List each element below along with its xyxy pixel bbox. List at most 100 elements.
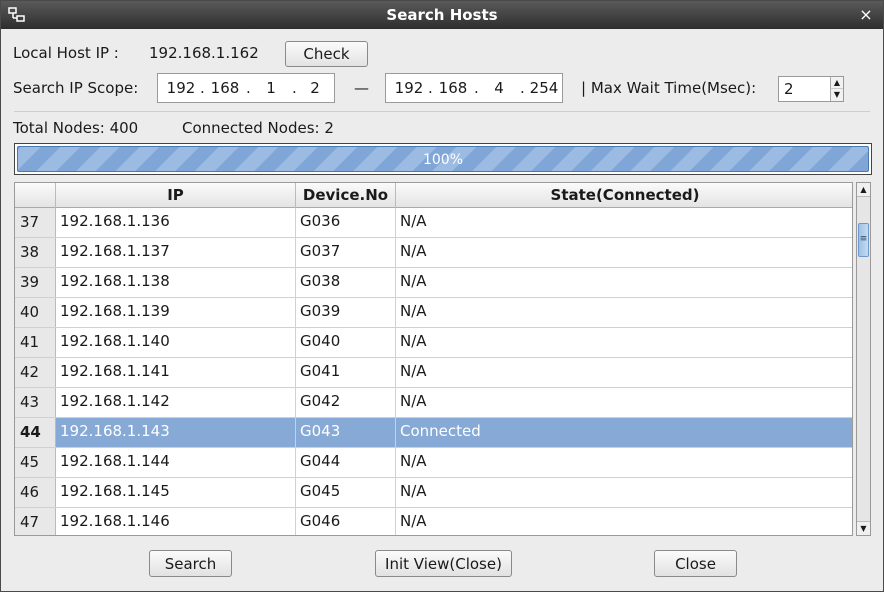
ip-cell[interactable]: 192.168.1.137 <box>56 238 296 267</box>
spinner-up-icon[interactable]: ▲ <box>830 77 843 89</box>
device-cell[interactable]: G041 <box>296 358 396 387</box>
ip-cell[interactable]: 192.168.1.139 <box>56 298 296 327</box>
window-title: Search Hosts <box>386 6 498 24</box>
state-cell[interactable]: N/A <box>396 388 852 417</box>
ip-from-octet-4[interactable]: 2 <box>298 79 332 97</box>
state-cell[interactable]: N/A <box>396 208 852 237</box>
ip-from-input[interactable]: 192 . 168 . 1 . 2 <box>157 73 335 103</box>
row-number[interactable]: 47 <box>15 508 56 535</box>
max-wait-value[interactable]: 2 <box>784 80 794 98</box>
ip-cell[interactable]: 192.168.1.138 <box>56 268 296 297</box>
local-host-ip-value: 192.168.1.162 <box>149 44 259 62</box>
row-number[interactable]: 41 <box>15 328 56 357</box>
scrollbar-thumb[interactable]: ≡ <box>858 223 869 257</box>
ip-to-octet-2[interactable]: 168 <box>434 79 472 97</box>
row-number[interactable]: 44 <box>15 418 56 447</box>
progress-text: 100% <box>422 152 464 168</box>
ip-from-octet-3[interactable]: 1 <box>252 79 290 97</box>
device-cell[interactable]: G043 <box>296 418 396 447</box>
row-number[interactable]: 45 <box>15 448 56 477</box>
device-cell[interactable]: G039 <box>296 298 396 327</box>
table-row[interactable]: 42 192.168.1.141 G041 N/A <box>15 358 852 388</box>
device-cell[interactable]: G044 <box>296 448 396 477</box>
divider <box>14 111 870 112</box>
table-row[interactable]: 38 192.168.1.137 G037 N/A <box>15 238 852 268</box>
row-number-header[interactable] <box>15 183 56 208</box>
ip-cell[interactable]: 192.168.1.141 <box>56 358 296 387</box>
range-dash: — <box>354 79 369 97</box>
ip-from-octet-2[interactable]: 168 <box>206 79 244 97</box>
ip-dot: . <box>200 79 205 97</box>
ip-cell[interactable]: 192.168.1.146 <box>56 508 296 535</box>
device-cell[interactable]: G042 <box>296 388 396 417</box>
row-number[interactable]: 39 <box>15 268 56 297</box>
ip-cell[interactable]: 192.168.1.136 <box>56 208 296 237</box>
state-cell[interactable]: N/A <box>396 328 852 357</box>
row-number[interactable]: 38 <box>15 238 56 267</box>
init-view-close-button[interactable]: Init View(Close) <box>375 550 512 577</box>
ip-dot: . <box>474 79 479 97</box>
ip-column-header[interactable]: IP <box>56 183 296 208</box>
device-cell[interactable]: G045 <box>296 478 396 507</box>
ip-cell[interactable]: 192.168.1.145 <box>56 478 296 507</box>
table-row[interactable]: 41 192.168.1.140 G040 N/A <box>15 328 852 358</box>
ip-to-octet-3[interactable]: 4 <box>480 79 518 97</box>
device-cell[interactable]: G038 <box>296 268 396 297</box>
state-cell[interactable]: N/A <box>396 238 852 267</box>
device-column-header[interactable]: Device.No <box>296 183 396 208</box>
table-header: IP Device.No State(Connected) <box>15 183 852 208</box>
state-column-header[interactable]: State(Connected) <box>396 183 852 208</box>
state-cell[interactable]: Connected <box>396 418 852 447</box>
table-row[interactable]: 47 192.168.1.146 G046 N/A <box>15 508 852 535</box>
device-cell[interactable]: G040 <box>296 328 396 357</box>
ip-from-octet-1[interactable]: 192 <box>162 79 200 97</box>
ip-cell[interactable]: 192.168.1.142 <box>56 388 296 417</box>
ip-dot: . <box>292 79 297 97</box>
row-number[interactable]: 40 <box>15 298 56 327</box>
table-vertical-scrollbar[interactable]: ▲ ≡ ▼ <box>856 182 871 536</box>
scroll-down-icon[interactable]: ▼ <box>857 521 870 535</box>
table-body: 37 192.168.1.136 G036 N/A 38 192.168.1.137 G03… <box>15 208 852 535</box>
close-button[interactable]: Close <box>654 550 737 577</box>
ip-cell[interactable]: 192.168.1.140 <box>56 328 296 357</box>
device-cell[interactable]: G037 <box>296 238 396 267</box>
connected-nodes-label: Connected Nodes: 2 <box>182 119 334 137</box>
state-cell[interactable]: N/A <box>396 358 852 387</box>
ip-to-octet-4[interactable]: 254 <box>526 79 562 97</box>
ip-cell[interactable]: 192.168.1.144 <box>56 448 296 477</box>
table-row[interactable]: 44 192.168.1.143 G043 Connected <box>15 418 852 448</box>
state-cell[interactable]: N/A <box>396 508 852 535</box>
state-cell[interactable]: N/A <box>396 268 852 297</box>
max-wait-label: | Max Wait Time(Msec): <box>581 79 757 97</box>
row-number[interactable]: 42 <box>15 358 56 387</box>
table-row[interactable]: 43 192.168.1.142 G042 N/A <box>15 388 852 418</box>
row-number[interactable]: 43 <box>15 388 56 417</box>
row-number[interactable]: 46 <box>15 478 56 507</box>
ip-to-octet-1[interactable]: 192 <box>390 79 428 97</box>
check-button[interactable]: Check <box>285 41 368 67</box>
table-row[interactable]: 39 192.168.1.138 G038 N/A <box>15 268 852 298</box>
search-progress-bar: 100% <box>14 143 872 175</box>
ip-dot: . <box>428 79 433 97</box>
max-wait-spinner[interactable]: 2 ▲ ▼ <box>778 76 844 102</box>
state-cell[interactable]: N/A <box>396 298 852 327</box>
title-bar[interactable]: Search Hosts × <box>1 1 883 29</box>
table-row[interactable]: 40 192.168.1.139 G039 N/A <box>15 298 852 328</box>
spinner-down-icon[interactable]: ▼ <box>830 89 843 101</box>
table-row[interactable]: 45 192.168.1.144 G044 N/A <box>15 448 852 478</box>
scroll-up-icon[interactable]: ▲ <box>857 183 870 197</box>
state-cell[interactable]: N/A <box>396 448 852 477</box>
device-cell[interactable]: G036 <box>296 208 396 237</box>
device-cell[interactable]: G046 <box>296 508 396 535</box>
ip-cell[interactable]: 192.168.1.143 <box>56 418 296 447</box>
state-cell[interactable]: N/A <box>396 478 852 507</box>
close-icon[interactable]: × <box>857 5 875 25</box>
hosts-table[interactable]: IP Device.No State(Connected) 37 192.168.… <box>14 182 853 536</box>
ip-to-input[interactable]: 192 . 168 . 4 . 254 <box>385 73 563 103</box>
total-nodes-label: Total Nodes: 400 <box>13 119 139 137</box>
search-button[interactable]: Search <box>149 550 232 577</box>
ip-dot: . <box>520 79 525 97</box>
table-row[interactable]: 37 192.168.1.136 G036 N/A <box>15 208 852 238</box>
table-row[interactable]: 46 192.168.1.145 G045 N/A <box>15 478 852 508</box>
row-number[interactable]: 37 <box>15 208 56 237</box>
